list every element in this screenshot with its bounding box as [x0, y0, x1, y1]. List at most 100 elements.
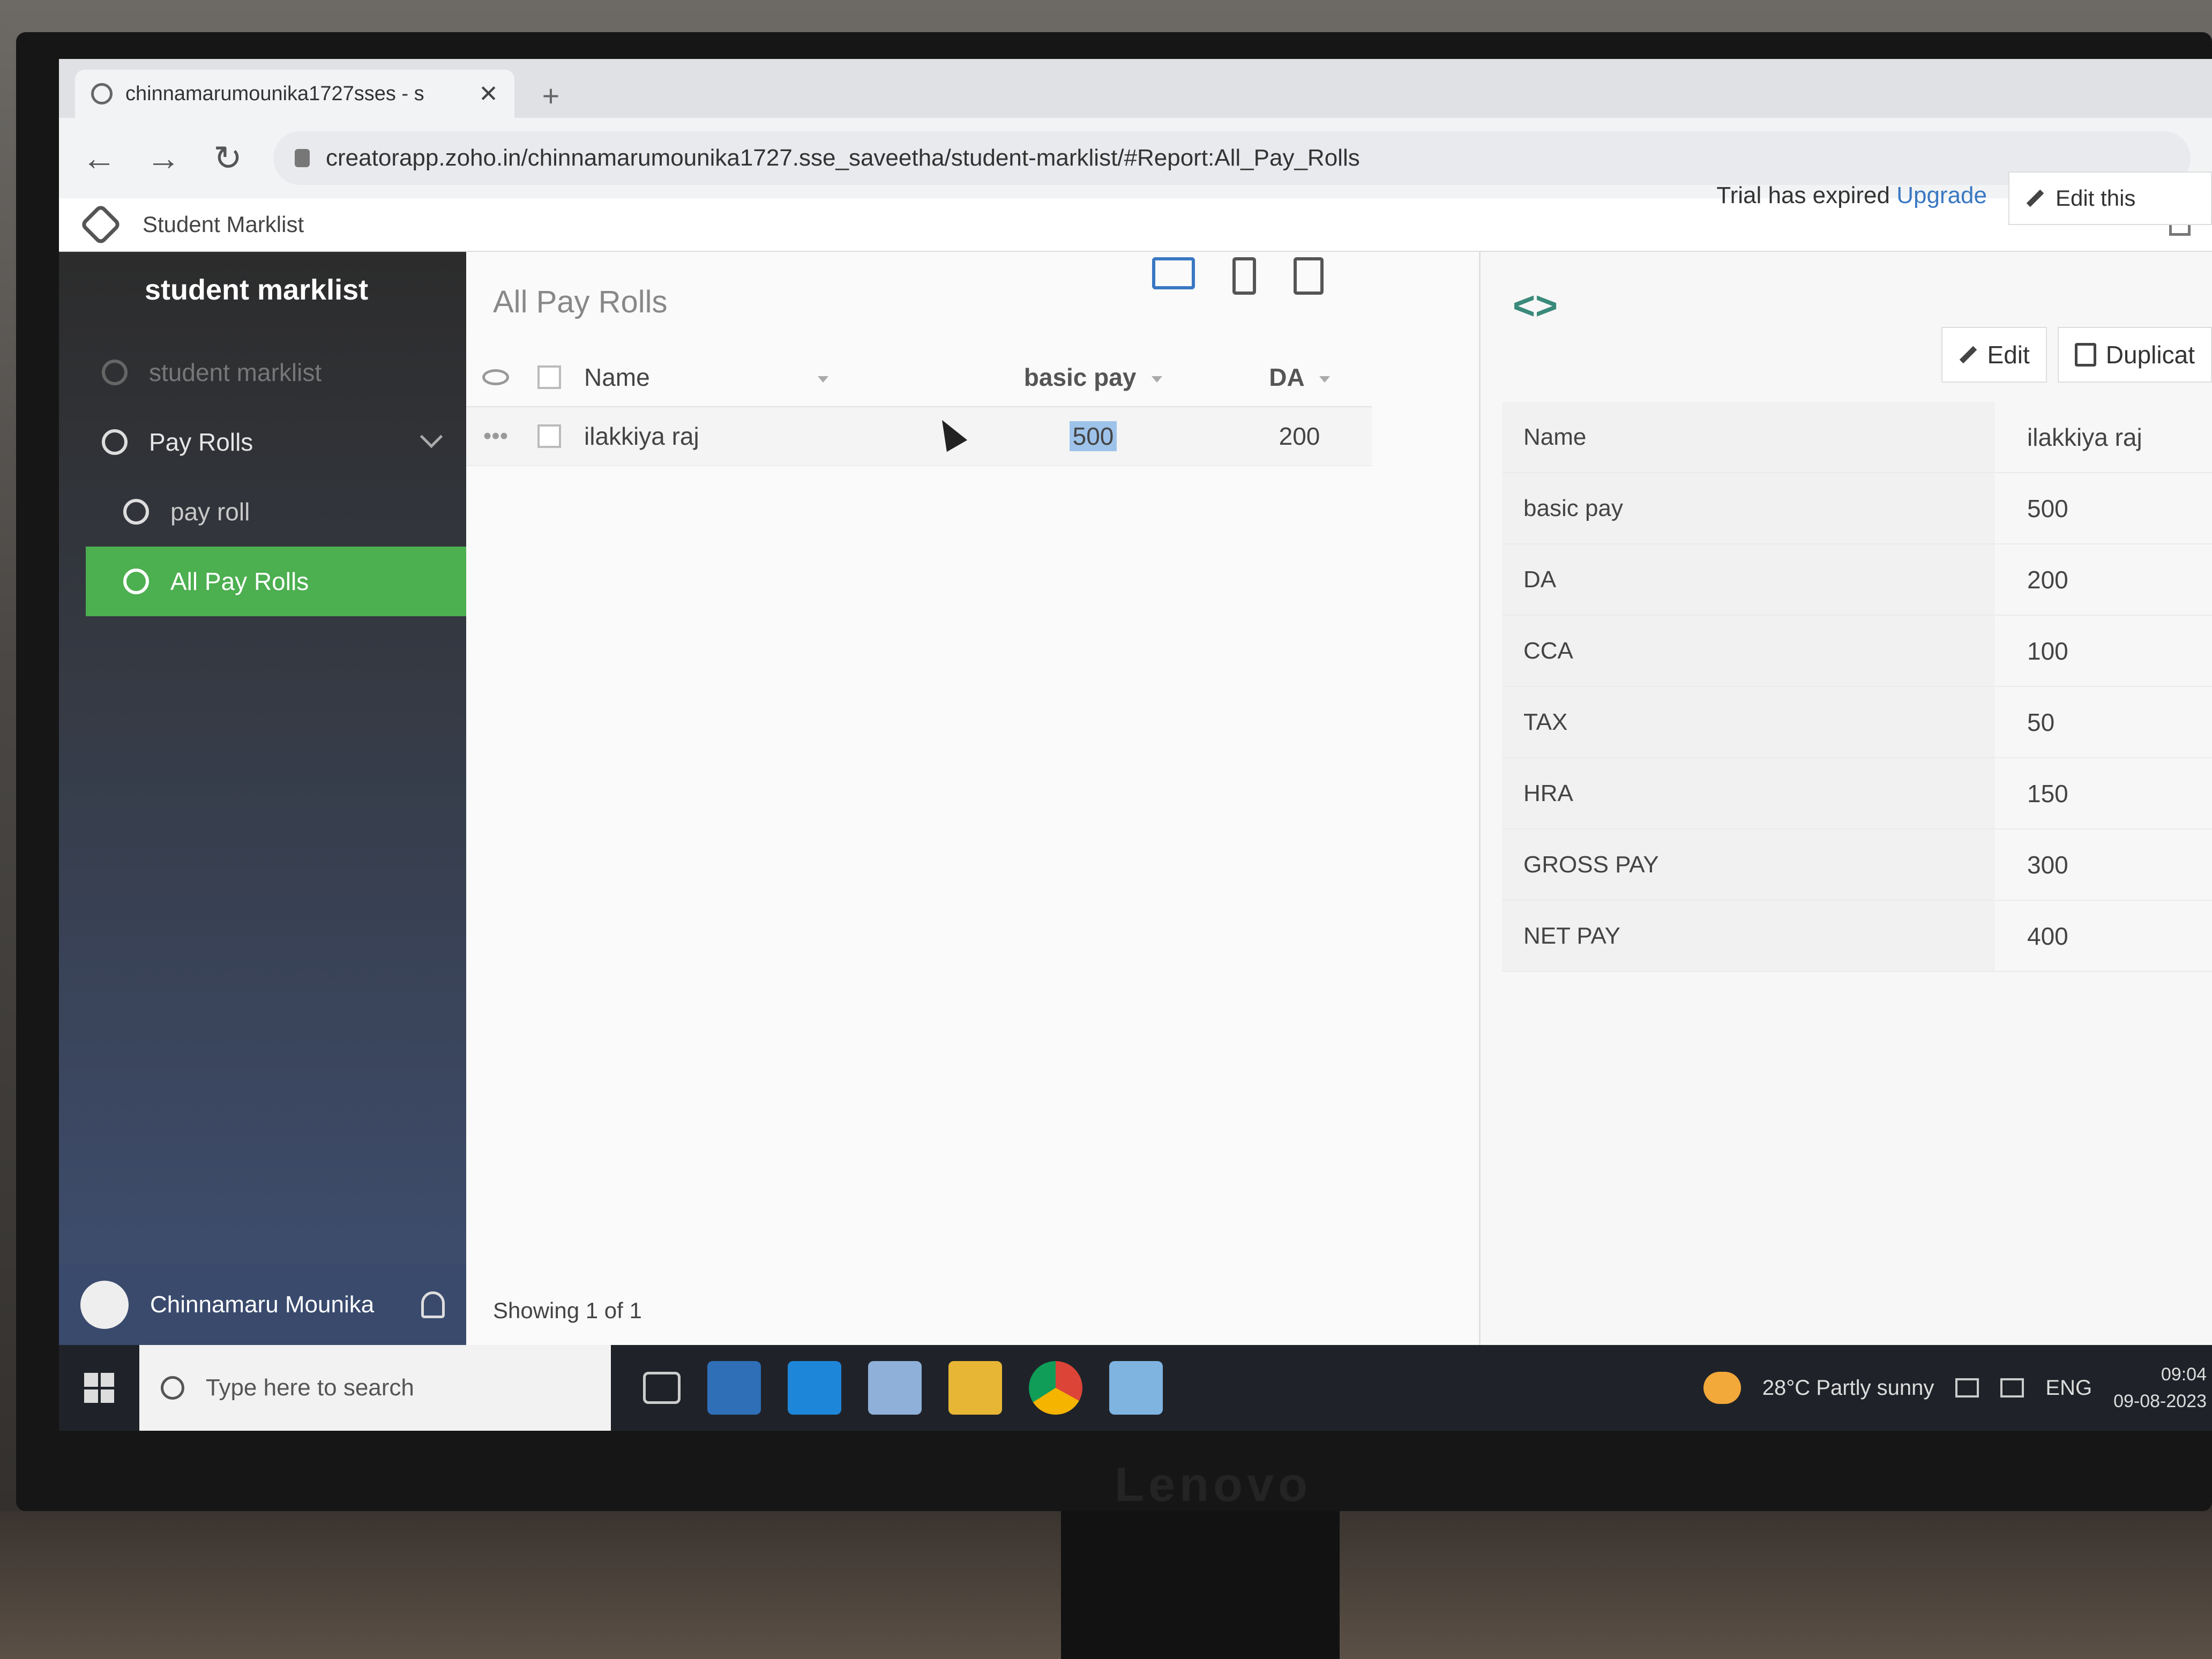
- trial-expired-text: Trial has expired: [1716, 182, 1890, 208]
- back-arrow-icon[interactable]: ←: [80, 138, 118, 178]
- pencil-icon: [1959, 346, 1977, 364]
- detail-row: Name ilakkiya raj: [1502, 402, 2212, 473]
- clock[interactable]: 09:04 09-08-2023: [2113, 1361, 2207, 1415]
- chrome-icon[interactable]: [1029, 1361, 1082, 1415]
- field-value: 50: [2027, 708, 2055, 736]
- laptop-icon[interactable]: [1152, 257, 1195, 289]
- trial-notice: Trial has expired Upgrade: [1716, 182, 1987, 209]
- windows-taskbar: Type here to search 28°C Partly sunny EN…: [59, 1345, 2212, 1431]
- clock-time: 09:04: [2161, 1364, 2207, 1385]
- chevron-down-icon[interactable]: [420, 425, 443, 449]
- tablet-icon[interactable]: [1294, 257, 1324, 295]
- taskbar-apps: [611, 1361, 1163, 1415]
- record-count: Showing 1 of 1: [493, 1298, 642, 1323]
- start-button[interactable]: [59, 1345, 139, 1431]
- sidebar-item-pay-roll[interactable]: pay roll: [86, 477, 466, 547]
- sidebar-item-label: pay roll: [170, 498, 250, 526]
- sort-icon[interactable]: [1319, 376, 1330, 383]
- detail-actions: Edit Duplicat: [1941, 327, 2212, 383]
- section-icon: [102, 429, 128, 455]
- user-name[interactable]: Chinnamaru Mounika: [150, 1291, 400, 1318]
- sidebar-item-student-marklist[interactable]: student marklist: [86, 338, 466, 407]
- sidebar-item-label: Pay Rolls: [149, 428, 253, 456]
- cell-basic-pay: 500: [959, 421, 1227, 451]
- row-checkbox[interactable]: [537, 424, 561, 448]
- report-panel: All Pay Rolls Name basic pay DA ••• ilak…: [466, 252, 1479, 1345]
- bell-icon[interactable]: [421, 1291, 445, 1318]
- duplicate-button[interactable]: Duplicat: [2057, 327, 2212, 383]
- field-value: 100: [2027, 637, 2068, 665]
- field-label: basic pay: [1502, 473, 1995, 543]
- language-indicator[interactable]: ENG: [2045, 1376, 2092, 1400]
- column-header-name[interactable]: Name: [573, 363, 959, 392]
- avatar[interactable]: [80, 1281, 129, 1329]
- device-preview-switcher: [1152, 257, 1324, 295]
- more-options-icon[interactable]: •••: [483, 423, 508, 450]
- field-value: 150: [2027, 779, 2068, 808]
- edit-button[interactable]: Edit: [1941, 327, 2047, 383]
- column-header-label: DA: [1269, 363, 1304, 391]
- upgrade-link[interactable]: Upgrade: [1896, 182, 1987, 208]
- browser-tab[interactable]: chinnamarumounika1727sses - s ✕: [75, 70, 514, 118]
- address-bar[interactable]: creatorapp.zoho.in/chinnamarumounika1727…: [273, 131, 2191, 185]
- app-body: student marklist student marklist Pay Ro…: [59, 252, 2212, 1345]
- field-label: TAX: [1502, 687, 1995, 757]
- column-header-basic-pay[interactable]: basic pay: [959, 363, 1227, 392]
- field-value: 300: [2027, 850, 2068, 879]
- grid-header: Name basic pay DA: [466, 348, 1372, 407]
- volume-muted-icon[interactable]: [2000, 1378, 2024, 1398]
- mail-icon[interactable]: [788, 1361, 841, 1415]
- code-icon[interactable]: <>: [1513, 284, 1558, 328]
- column-header-da[interactable]: DA: [1227, 363, 1372, 392]
- field-value: 500: [2027, 494, 2068, 522]
- system-tray: 28°C Partly sunny ENG 09:04 09-08-2023: [1703, 1345, 2207, 1431]
- sort-icon[interactable]: [1152, 376, 1163, 383]
- store-icon[interactable]: [707, 1361, 761, 1415]
- table-row[interactable]: ••• ilakkiya raj 500 200: [466, 407, 1372, 466]
- phone-icon[interactable]: [1232, 257, 1256, 295]
- monitor-brand-logo: Lenovo: [1115, 1458, 1312, 1512]
- taskbar-search-box[interactable]: Type here to search: [139, 1345, 611, 1431]
- new-tab-button[interactable]: +: [530, 75, 571, 116]
- field-value: 200: [2027, 565, 2068, 594]
- form-icon: [102, 360, 128, 385]
- report-icon: [123, 569, 149, 594]
- record-detail-panel: <> Edit Duplicat Name ilakkiya raj basic…: [1479, 252, 2212, 1345]
- screen: chinnamarumounika1727sses - s ✕ + ← → ↻ …: [59, 59, 2212, 1431]
- search-icon: [161, 1376, 184, 1400]
- sidebar-item-pay-rolls[interactable]: Pay Rolls: [86, 407, 466, 477]
- reload-icon[interactable]: ↻: [209, 138, 246, 178]
- eye-icon[interactable]: [482, 369, 509, 385]
- sort-icon[interactable]: [817, 376, 828, 383]
- network-icon[interactable]: [1955, 1378, 1979, 1398]
- selected-text: 500: [1069, 421, 1117, 451]
- lock-icon: [295, 149, 310, 167]
- tab-close-icon[interactable]: ✕: [479, 80, 498, 108]
- select-all-checkbox[interactable]: [537, 365, 561, 389]
- field-label: NET PAY: [1502, 901, 1995, 971]
- field-value: ilakkiya raj: [2027, 423, 2142, 451]
- form-icon: [123, 499, 149, 525]
- forward-arrow-icon[interactable]: →: [145, 138, 182, 178]
- sidebar: student marklist student marklist Pay Ro…: [59, 252, 466, 1345]
- zoho-creator-logo-icon[interactable]: [79, 203, 122, 246]
- sidebar-item-all-pay-rolls[interactable]: All Pay Rolls: [86, 547, 466, 616]
- detail-row: GROSS PAY 300: [1502, 829, 2212, 901]
- cell-name: ilakkiya raj: [584, 422, 699, 450]
- tab-favicon-icon: [91, 83, 113, 104]
- notepad-icon[interactable]: [1109, 1361, 1163, 1415]
- edit-this-app-button[interactable]: Edit this: [2008, 171, 2212, 225]
- detail-row: basic pay 500: [1502, 473, 2212, 544]
- task-view-icon[interactable]: [643, 1372, 681, 1404]
- weather-text[interactable]: 28°C Partly sunny: [1762, 1376, 1934, 1400]
- weather-icon[interactable]: [1703, 1372, 1741, 1404]
- field-label: DA: [1502, 544, 1995, 615]
- detail-row: NET PAY 400: [1502, 901, 2212, 972]
- clock-date: 09-08-2023: [2113, 1391, 2207, 1411]
- detail-row: DA 200: [1502, 544, 2212, 616]
- photos-icon[interactable]: [868, 1361, 922, 1415]
- file-explorer-icon[interactable]: [948, 1361, 1002, 1415]
- column-header-label: basic pay: [1023, 363, 1137, 391]
- url-text[interactable]: creatorapp.zoho.in/chinnamarumounika1727…: [326, 145, 1360, 171]
- sidebar-item-label: All Pay Rolls: [170, 567, 309, 595]
